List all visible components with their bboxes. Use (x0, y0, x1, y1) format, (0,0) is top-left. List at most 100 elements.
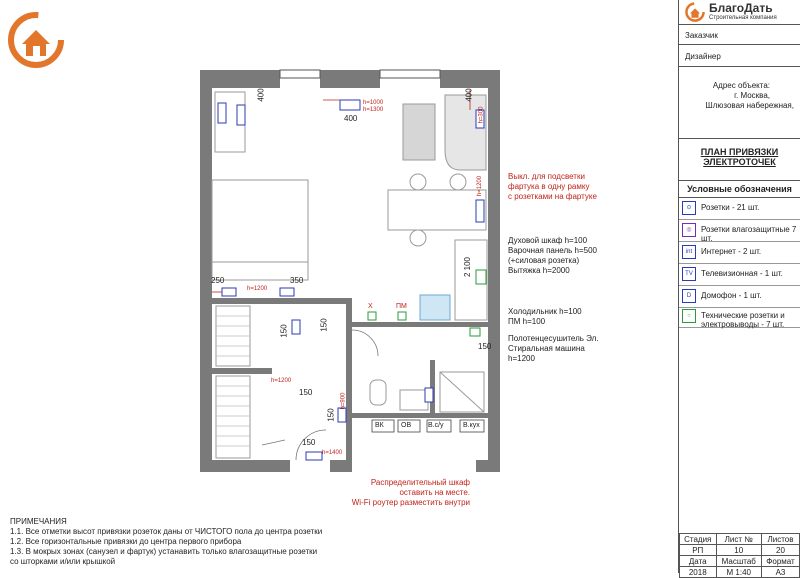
stamp-header-format: Формат (761, 555, 800, 567)
legend-label: Розетки влагозащитные 7 шт. (701, 225, 797, 243)
stamp-header-stage: Стадия (679, 533, 717, 545)
legend-item: ○ Технические розетки и электровыводы - 7… (679, 306, 800, 329)
box-vkuh-label: В.кух (463, 422, 480, 429)
h1400-label: h=1400 (322, 450, 343, 456)
plan-title-line2: ЭЛЕКТРОТОЧЕК (703, 157, 776, 167)
wall-top-mid (320, 70, 380, 88)
door-bathroom (351, 329, 379, 357)
stamp-table: Стадия Лист № Листов РП 10 20 Дата Масштаб Фор… (679, 533, 800, 578)
technical-socket-icon: ○ (682, 309, 696, 323)
intercom-icon: D (682, 289, 696, 303)
notes-title: ПРИМЕЧАНИЯ (10, 517, 67, 526)
washbasin (399, 389, 429, 411)
dim-250: 250 (211, 276, 225, 285)
plan-title: ПЛАН ПРИВЯЗКИ ЭЛЕКТРОТОЧЕК (679, 139, 800, 181)
dim-150-b: 150 (319, 318, 329, 332)
legend-item: TV Телевизионная - 1 шт. (679, 264, 800, 286)
dim-150-c: 150 (299, 388, 313, 397)
chair-1 (409, 173, 427, 191)
legend-label: Телевизионная - 1 шт. (701, 269, 783, 278)
partition-h3 (352, 322, 488, 327)
tech-socket-pm (397, 311, 407, 321)
legend-item: D Домофон - 1 шт. (679, 286, 800, 308)
toilet (369, 379, 387, 406)
annotation-oven: Духовой шкаф h=100 Варочная панель h=500… (508, 236, 598, 275)
note-line: 1.2. Все горизонтальные привязки до цент… (10, 537, 242, 546)
designer-label: Дизайнер (685, 52, 721, 61)
brand-subtitle: Строительная компания (709, 15, 777, 21)
socket-group-desk (217, 102, 227, 124)
fridge-mark: X (368, 303, 373, 310)
dim-350: 350 (290, 276, 304, 285)
h1200-right-label: h=1200 (477, 175, 484, 197)
waterproof-socket-icon: ◎ (682, 223, 696, 237)
annotation-fridge: Холодильник h=100 ПМ h=100 (508, 307, 582, 326)
annotation-backlight: Выкл. для подсветки фартука в одну рамку… (508, 172, 597, 201)
socket-group-top (339, 99, 361, 111)
note-line: 1.1. Все отметки высот привязки розеток … (10, 527, 323, 536)
window-1 (279, 69, 321, 79)
address-row: Адрес объекта: г. Москва, Шлюзовая набер… (679, 67, 800, 139)
wall-top-right (440, 70, 500, 88)
socket-bed-left (221, 287, 237, 297)
partition-h2 (212, 368, 272, 374)
address-city: г. Москва, (734, 91, 770, 100)
shower-diagonal (439, 371, 485, 413)
title-block: БлагоДать Строительная компания Заказчик… (678, 0, 800, 578)
address-street: Шлюзовая набережная, (705, 101, 794, 110)
tech-socket-oven (475, 269, 487, 285)
legend-label: Розетки - 21 шт. (701, 203, 760, 212)
box-ov-label: ОВ (401, 422, 412, 429)
legend-title: Условные обозначения (679, 181, 800, 198)
address-label: Адрес объекта: (712, 81, 770, 90)
wall-right (488, 70, 500, 472)
wardrobe-hatch (216, 315, 250, 447)
wall-bottom-mid (330, 460, 352, 472)
h900-label: h=900 (340, 392, 347, 410)
customer-label: Заказчик (685, 31, 718, 40)
partition-h1 (212, 298, 352, 304)
socket-icon: ⊙ (682, 201, 696, 215)
dim-150-a: 150 (279, 324, 289, 338)
socket-bath (424, 387, 434, 403)
h1200-left-label: h=1200 (247, 286, 268, 292)
stamp-header-sheet: Лист № (715, 533, 763, 545)
legend-label: Интернет - 2 шт. (701, 247, 762, 256)
dim-400-right: 400 (464, 88, 474, 102)
box-vsu-label: В.с/у (428, 422, 444, 429)
h1200-mid-label: h=1200 (271, 378, 292, 384)
wall-top-left (200, 70, 280, 88)
stamp-scale: М 1:40 (715, 566, 763, 578)
stamp-stage: РП (679, 544, 717, 556)
partition-v1 (346, 304, 352, 460)
stamp-format: А3 (761, 566, 800, 578)
box-vk-label: ВК (375, 422, 384, 429)
dim-2100: 2 100 (463, 256, 473, 278)
brand-name: БлагоДать (709, 1, 773, 15)
annotation-wifi: Wi-Fi роутер разместить внутри (351, 498, 470, 507)
designer-row: Дизайнер (679, 45, 800, 67)
note-line: 1.3. В мокрых зонах (санузел и фартук) у… (10, 547, 318, 556)
stamp-header-date: Дата (679, 555, 717, 567)
dim-150-e: 150 (302, 438, 316, 447)
legend-label: Домофон - 1 шт. (701, 291, 762, 300)
annotation-panel: Распределительный шкаф оставить на месте… (370, 478, 470, 497)
plan-title-line1: ПЛАН ПРИВЯЗКИ (700, 147, 779, 157)
customer-row: Заказчик (679, 25, 800, 45)
brand-header: БлагоДать Строительная компания (679, 0, 800, 25)
legend-item: int Интернет - 2 шт. (679, 242, 800, 264)
notes: ПРИМЕЧАНИЯ 1.1. Все отметки высот привяз… (10, 517, 430, 567)
dim-150-bath: 150 (478, 342, 492, 351)
stamp-date: 2018 (679, 566, 717, 578)
h300-label: h=300 (478, 106, 485, 124)
legend-label: Технические розетки и электровыводы - 7 … (701, 311, 785, 329)
wall-bottom-right (476, 460, 500, 472)
tech-socket-fridge (367, 311, 377, 321)
annotation-towel: Полотенцесушитель Эл. Стиральная машина … (508, 334, 599, 363)
tech-socket-towel (469, 327, 481, 337)
dining-table (387, 189, 487, 231)
dim-400-mid: 400 (344, 114, 358, 123)
legend-item: ◎ Розетки влагозащитные 7 шт. (679, 220, 800, 243)
note-line: со шторками и/или крышкой (10, 557, 116, 566)
dim-400-top: 400 (256, 88, 266, 102)
